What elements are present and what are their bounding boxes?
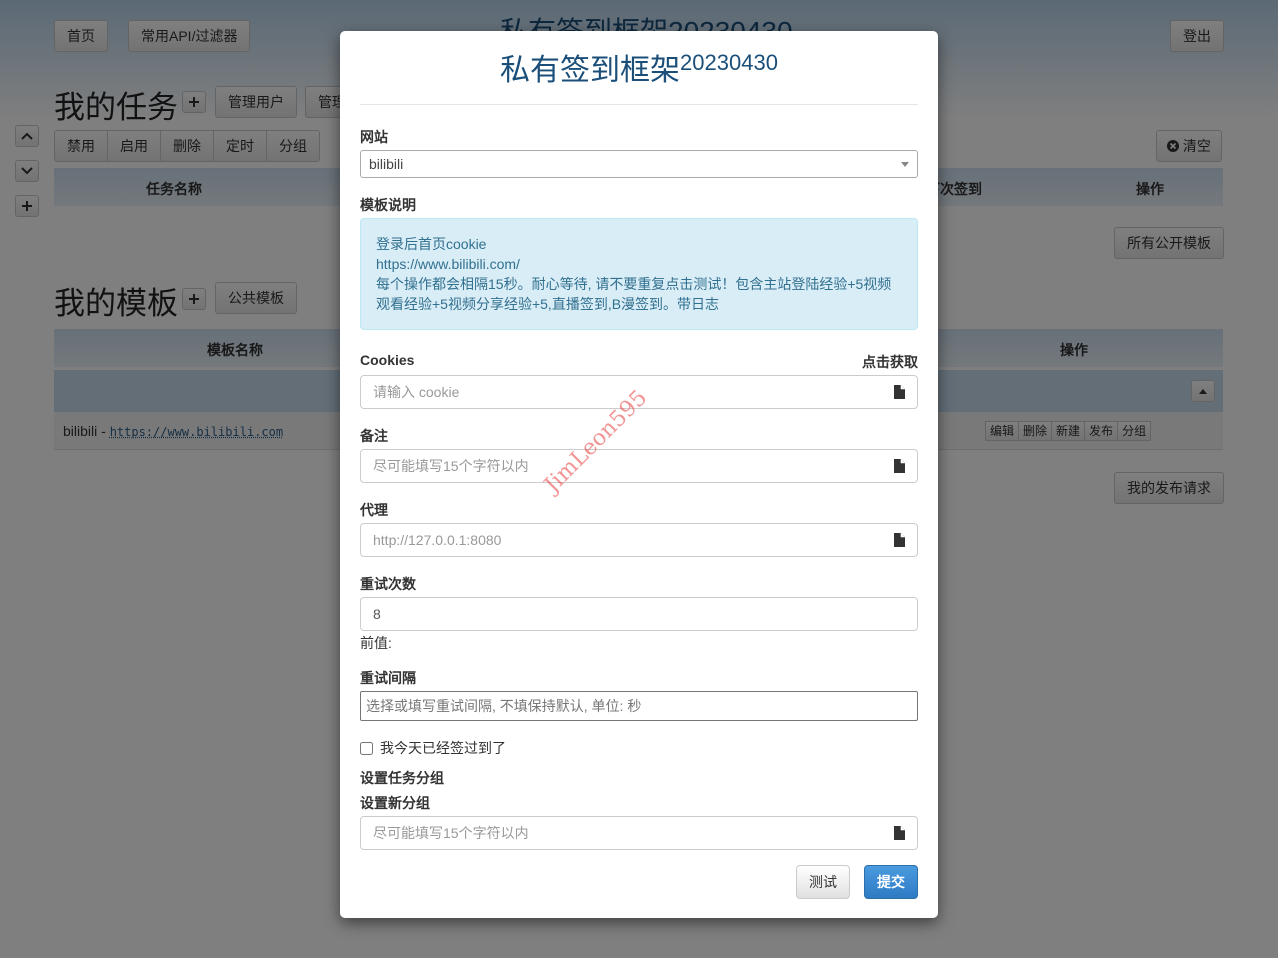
file-icon[interactable] [894, 385, 905, 399]
modal-divider [360, 104, 918, 105]
desc-line: 每个操作都会相隔15秒。耐心等待, 请不要重复点击测试！包含主站登陆经验+5视频 [376, 276, 892, 292]
cookies-label: Cookies [360, 352, 415, 368]
note-field [360, 449, 918, 483]
already-signed-row[interactable]: 我今天已经签过到了 [360, 738, 506, 758]
file-icon[interactable] [894, 826, 905, 840]
template-description: 登录后首页cookie https://www.bilibili.com/ 每个… [360, 218, 918, 330]
proxy-field [360, 523, 918, 557]
proxy-label: 代理 [360, 502, 388, 518]
retry-interval-label: 重试间隔 [360, 670, 416, 686]
already-signed-label: 我今天已经签过到了 [380, 740, 506, 756]
desc-line: 观看经验+5视频分享经验+5,直播签到,B漫签到。带日志 [376, 296, 720, 312]
retry-count-input[interactable] [360, 597, 918, 631]
submit-button[interactable]: 提交 [864, 865, 918, 899]
note-input[interactable] [362, 451, 882, 481]
site-label: 网站 [360, 129, 388, 145]
site-select-value: bilibili [369, 156, 404, 172]
desc-line: https://www.bilibili.com/ [376, 256, 520, 272]
desc-line: 登录后首页cookie [376, 236, 487, 252]
new-group-label: 设置新分组 [360, 795, 430, 811]
site-select[interactable]: bilibili [360, 150, 918, 178]
new-group-input[interactable] [362, 818, 882, 848]
file-icon[interactable] [894, 459, 905, 473]
modal-title-main: 私有签到框架 [500, 54, 681, 87]
already-signed-checkbox[interactable] [360, 741, 373, 755]
retry-count-hint: 前值: [360, 635, 392, 651]
modal-title-version: 20230430 [680, 50, 778, 75]
retry-count-label: 重试次数 [360, 576, 416, 592]
chevron-down-icon [901, 162, 909, 167]
template-desc-label: 模板说明 [360, 197, 416, 213]
file-icon[interactable] [894, 533, 905, 547]
get-cookie-link[interactable]: 点击获取 [862, 352, 918, 372]
test-button[interactable]: 测试 [796, 865, 850, 899]
note-label: 备注 [360, 428, 388, 444]
modal-title: 私有签到框架20230430 [340, 45, 938, 89]
group-label: 设置任务分组 [360, 770, 444, 786]
retry-interval-input[interactable] [360, 691, 918, 721]
new-task-modal: 私有签到框架20230430 网站 bilibili 模板说明 登录后首页coo… [340, 31, 938, 918]
new-group-field [360, 816, 918, 850]
proxy-input[interactable] [362, 525, 882, 555]
